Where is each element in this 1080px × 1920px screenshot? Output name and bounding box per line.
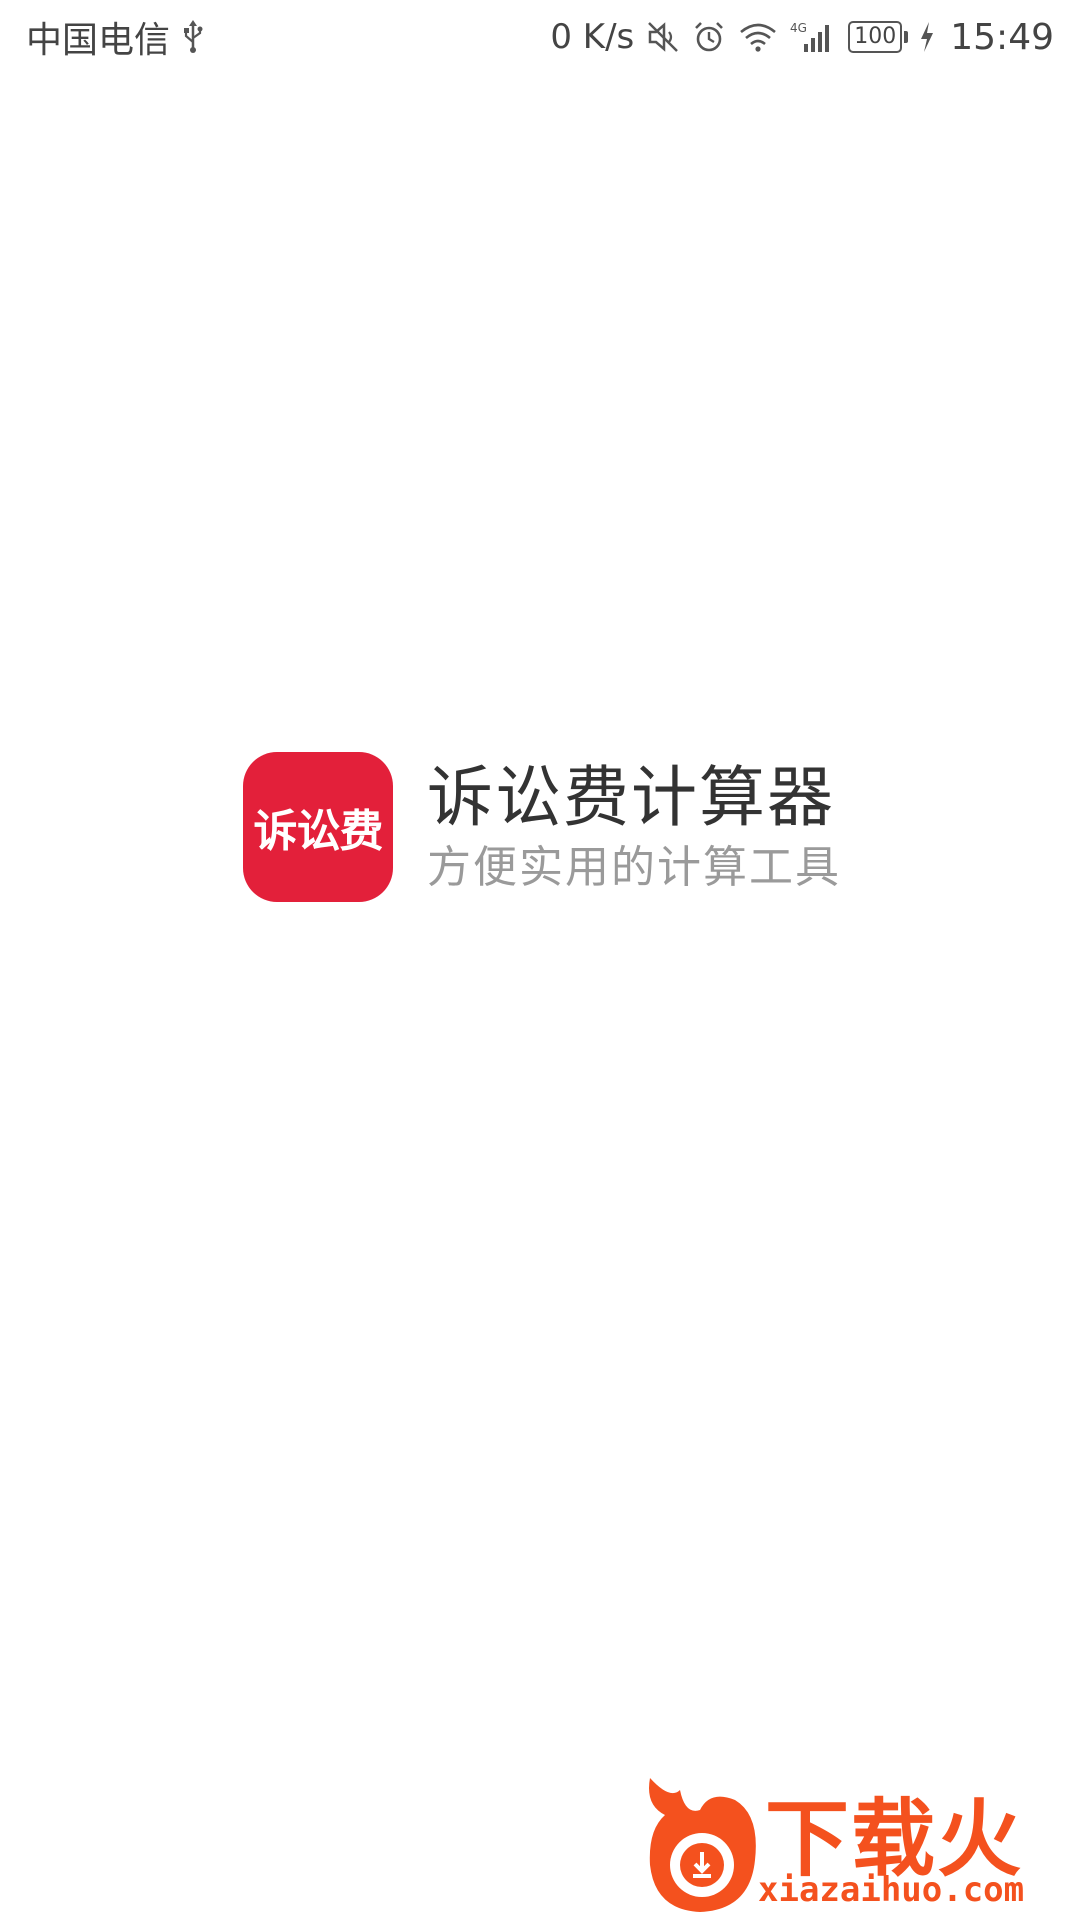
- wifi-icon: [738, 20, 778, 54]
- flame-download-icon: [649, 1778, 756, 1912]
- battery-level: 100: [848, 21, 903, 53]
- app-subtitle: 方便实用的计算工具: [427, 842, 841, 893]
- status-left: 中国电信: [26, 11, 204, 63]
- signal-icon: 4G: [790, 20, 836, 54]
- usb-icon: [182, 20, 204, 54]
- mute-icon: [646, 20, 680, 54]
- app-title: 诉讼费计算器: [427, 759, 835, 836]
- app-texts: 诉讼费计算器 方便实用的计算工具: [427, 758, 841, 896]
- status-right: 0 K/s 4G 100 15:49: [550, 17, 1054, 58]
- app-icon: 诉讼费: [243, 752, 393, 902]
- battery-tip: [904, 31, 909, 43]
- splash-logo: 诉讼费 诉讼费计算器 方便实用的计算工具: [243, 752, 841, 902]
- net-speed: 0 K/s: [550, 17, 635, 57]
- carrier-label: 中国电信: [26, 20, 171, 61]
- battery-icon: 100: [848, 21, 909, 53]
- charging-icon: [920, 22, 934, 52]
- splash-screen: 中国电信 0 K/s 4G 100 15:49 诉讼费 诉讼费计算器 方便实用的…: [0, 0, 1080, 1920]
- status-bar: 中国电信 0 K/s 4G 100 15:49: [0, 0, 1080, 74]
- network-type-label: 4G: [790, 21, 807, 35]
- alarm-icon: [692, 20, 726, 54]
- app-icon-text: 诉讼费: [253, 806, 384, 857]
- watermark-url: xiazaihuo.com: [758, 1870, 1025, 1910]
- clock: 15:49: [950, 16, 1054, 58]
- watermark-logo: 下载火 xiazaihuo.com: [640, 1770, 1070, 1920]
